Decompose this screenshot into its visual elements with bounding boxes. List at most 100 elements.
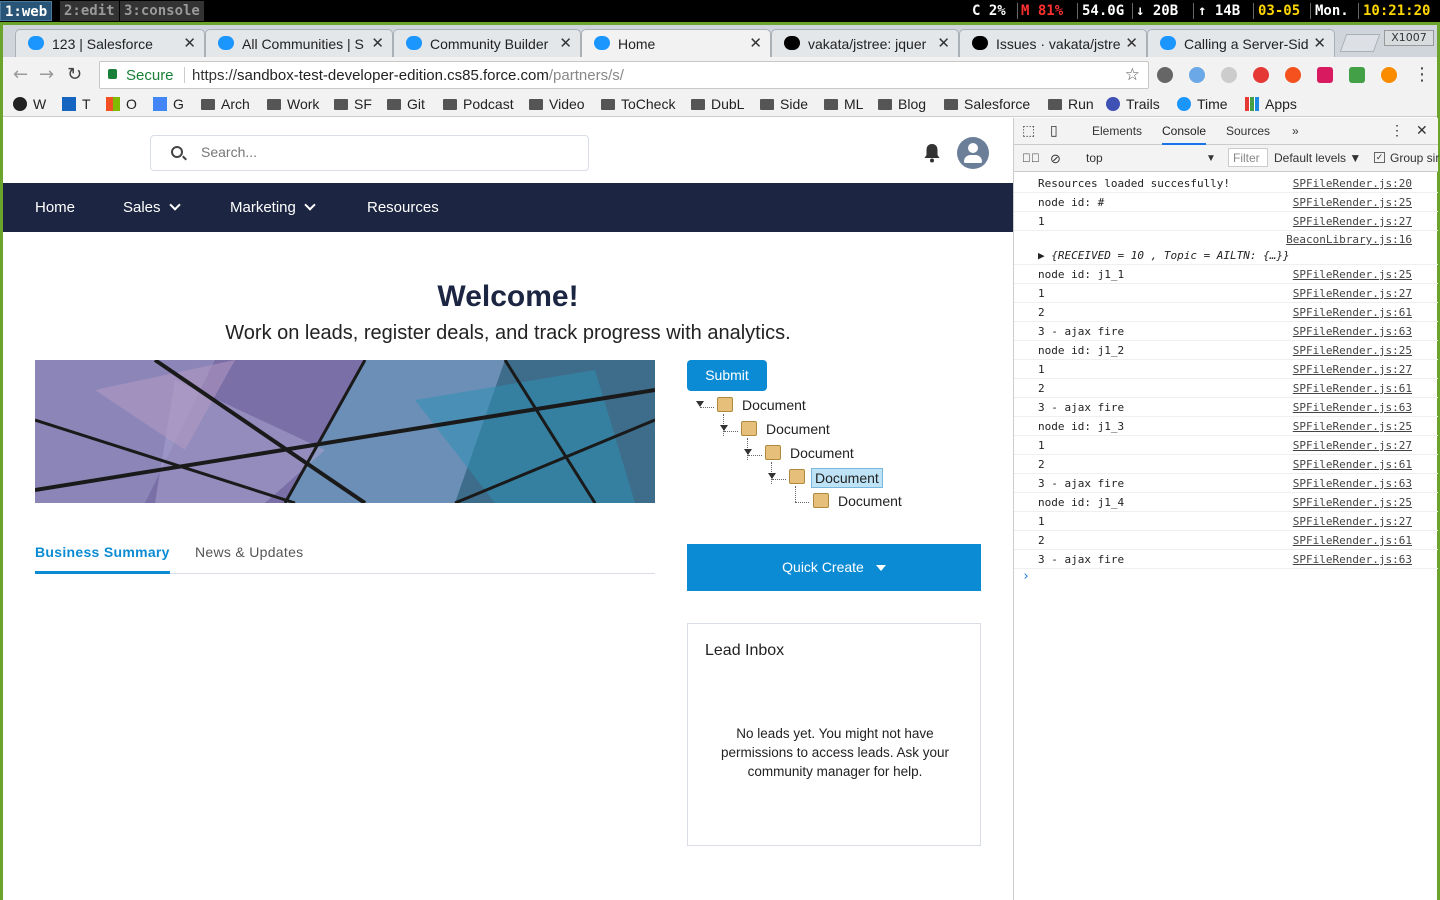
bookmark-folder[interactable]: Salesforce — [944, 96, 1030, 112]
extension-icon[interactable] — [1381, 67, 1397, 83]
browser-tab-all-communities[interactable]: All Communities | S ✕ — [205, 29, 393, 57]
bookmark-folder[interactable]: Arch — [201, 96, 250, 112]
submit-button[interactable]: Submit — [687, 360, 767, 391]
extension-icon[interactable] — [1317, 67, 1333, 83]
console-source-link[interactable]: SPFileRender.js:25 — [1293, 496, 1412, 509]
context-select[interactable]: top — [1086, 151, 1103, 165]
console-source-link[interactable]: SPFileRender.js:25 — [1293, 268, 1412, 281]
bookmark-trails[interactable]: Trails — [1106, 96, 1160, 112]
close-icon[interactable]: ✕ — [1416, 122, 1428, 139]
device-toggle-icon[interactable]: ▯ — [1050, 122, 1058, 139]
menu-kebab-icon[interactable]: ⋮ — [1413, 64, 1431, 85]
close-icon[interactable]: ✕ — [1313, 34, 1326, 52]
tab-sources[interactable]: Sources — [1226, 124, 1270, 138]
context-dropdown-icon[interactable]: ▼ — [1206, 153, 1216, 164]
console-source-link[interactable]: SPFileRender.js:27 — [1293, 515, 1412, 528]
browser-tab-calling-server[interactable]: Calling a Server-Sid ✕ — [1147, 29, 1335, 57]
console-source-link[interactable]: SPFileRender.js:63 — [1293, 325, 1412, 338]
workspace-2[interactable]: 2:edit — [60, 1, 119, 21]
tab-business-summary[interactable]: Business Summary — [35, 544, 170, 574]
devtools-menu-icon[interactable]: ⋮ — [1390, 122, 1404, 139]
console-source-link[interactable]: SPFileRender.js:61 — [1293, 458, 1412, 471]
back-arrow-icon[interactable]: ← — [13, 64, 28, 85]
shield-icon[interactable] — [1349, 67, 1365, 83]
bookmark-folder[interactable]: Blog — [878, 96, 926, 112]
extension-icon[interactable] — [1285, 67, 1301, 83]
sidebar-toggle-icon[interactable]: ▸⃞ — [1022, 151, 1040, 165]
bookmark-g[interactable]: G — [153, 96, 184, 112]
console-source-link[interactable]: SPFileRender.js:61 — [1293, 306, 1412, 319]
extension-icon[interactable] — [1221, 67, 1237, 83]
extension-icon[interactable] — [1157, 67, 1173, 83]
console-source-link[interactable]: SPFileRender.js:25 — [1293, 196, 1412, 209]
inspect-element-icon[interactable]: ⬚ — [1022, 122, 1035, 139]
bookmark-folder[interactable]: Work — [267, 96, 319, 112]
tab-console[interactable]: Console — [1162, 124, 1207, 145]
console-prompt[interactable]: › — [1014, 569, 1438, 589]
tab-elements[interactable]: Elements — [1092, 124, 1142, 138]
forward-arrow-icon[interactable]: → — [39, 64, 54, 85]
browser-tab-community-builder[interactable]: Community Builder ✕ — [393, 29, 581, 57]
close-icon[interactable]: ✕ — [183, 34, 196, 52]
bookmark-folder[interactable]: Podcast — [443, 96, 514, 112]
close-icon[interactable]: ✕ — [749, 34, 762, 52]
browser-tab-salesforce[interactable]: 123 | Salesforce ✕ — [15, 29, 205, 57]
workspace-3[interactable]: 3:console — [120, 1, 204, 21]
nav-home[interactable]: Home — [35, 199, 75, 216]
console-source-link[interactable]: SPFileRender.js:63 — [1293, 553, 1412, 566]
extension-icon[interactable] — [1253, 67, 1269, 83]
log-levels-dropdown[interactable]: Default levels ▼ — [1274, 151, 1361, 165]
bookmark-t[interactable]: T — [62, 96, 91, 112]
nav-marketing[interactable]: Marketing — [230, 199, 316, 216]
more-tabs-icon[interactable]: » — [1292, 124, 1299, 138]
console-source-link[interactable]: SPFileRender.js:27 — [1293, 287, 1412, 300]
tab-news-updates[interactable]: News & Updates — [195, 544, 303, 574]
console-source-link[interactable]: BeaconLibrary.js:16 — [1286, 233, 1412, 246]
close-icon[interactable]: ✕ — [371, 34, 384, 52]
console-source-link[interactable]: SPFileRender.js:63 — [1293, 477, 1412, 490]
clear-console-icon[interactable]: ⊘ — [1050, 151, 1061, 167]
nav-resources[interactable]: Resources — [367, 199, 439, 216]
bookmark-o[interactable]: O — [106, 96, 137, 112]
filter-input[interactable]: Filter — [1228, 148, 1268, 167]
console-source-link[interactable]: SPFileRender.js:27 — [1293, 439, 1412, 452]
bookmark-folder[interactable]: Video — [529, 96, 585, 112]
bookmark-folder[interactable]: ToCheck — [601, 96, 675, 112]
extension-icon[interactable] — [1189, 67, 1205, 83]
group-checkbox[interactable]: ✓ — [1374, 152, 1385, 163]
console-source-link[interactable]: SPFileRender.js:63 — [1293, 401, 1412, 414]
bookmark-apps[interactable]: Apps — [1245, 96, 1297, 112]
bookmark-folder[interactable]: Git — [387, 96, 425, 112]
bookmark-star-icon[interactable]: ☆ — [1125, 65, 1140, 85]
user-avatar[interactable] — [957, 137, 989, 169]
search-box[interactable] — [150, 135, 589, 171]
bookmark-time[interactable]: Time — [1177, 96, 1228, 112]
notification-bell-icon[interactable] — [923, 143, 941, 163]
console-source-link[interactable]: SPFileRender.js:25 — [1293, 420, 1412, 433]
reload-icon[interactable]: ↻ — [67, 64, 82, 85]
browser-tab-jstree[interactable]: vakata/jstree: jquer ✕ — [771, 29, 959, 57]
console-source-link[interactable]: SPFileRender.js:27 — [1293, 363, 1412, 376]
bookmark-folder[interactable]: ML — [824, 96, 863, 112]
browser-tab-home[interactable]: Home ✕ — [581, 29, 771, 58]
workspace-1[interactable]: 1:web — [0, 1, 53, 21]
bookmark-folder[interactable]: DubL — [691, 96, 744, 112]
close-icon[interactable]: ✕ — [937, 34, 950, 52]
console-source-link[interactable]: SPFileRender.js:20 — [1293, 177, 1412, 190]
console-source-link[interactable]: SPFileRender.js:25 — [1293, 344, 1412, 357]
bookmark-folder[interactable]: SF — [334, 96, 372, 112]
new-tab-button[interactable] — [1339, 34, 1381, 52]
browser-tab-issues[interactable]: Issues · vakata/jstre ✕ — [959, 29, 1147, 57]
bookmark-folder[interactable]: Run — [1048, 96, 1094, 112]
nav-sales[interactable]: Sales — [123, 199, 181, 216]
console-source-link[interactable]: SPFileRender.js:61 — [1293, 534, 1412, 547]
quick-create-button[interactable]: Quick Create — [687, 544, 981, 591]
bookmark-folder[interactable]: Side — [760, 96, 808, 112]
close-icon[interactable]: ✕ — [559, 34, 572, 52]
bookmark-w[interactable]: W — [13, 96, 46, 112]
url-text[interactable]: https://sandbox-test-developer-edition.c… — [192, 67, 624, 84]
search-input[interactable] — [201, 144, 571, 160]
address-bar[interactable]: Secure https://sandbox-test-developer-ed… — [99, 61, 1149, 89]
console-source-link[interactable]: SPFileRender.js:27 — [1293, 215, 1412, 228]
close-icon[interactable]: ✕ — [1125, 34, 1138, 52]
